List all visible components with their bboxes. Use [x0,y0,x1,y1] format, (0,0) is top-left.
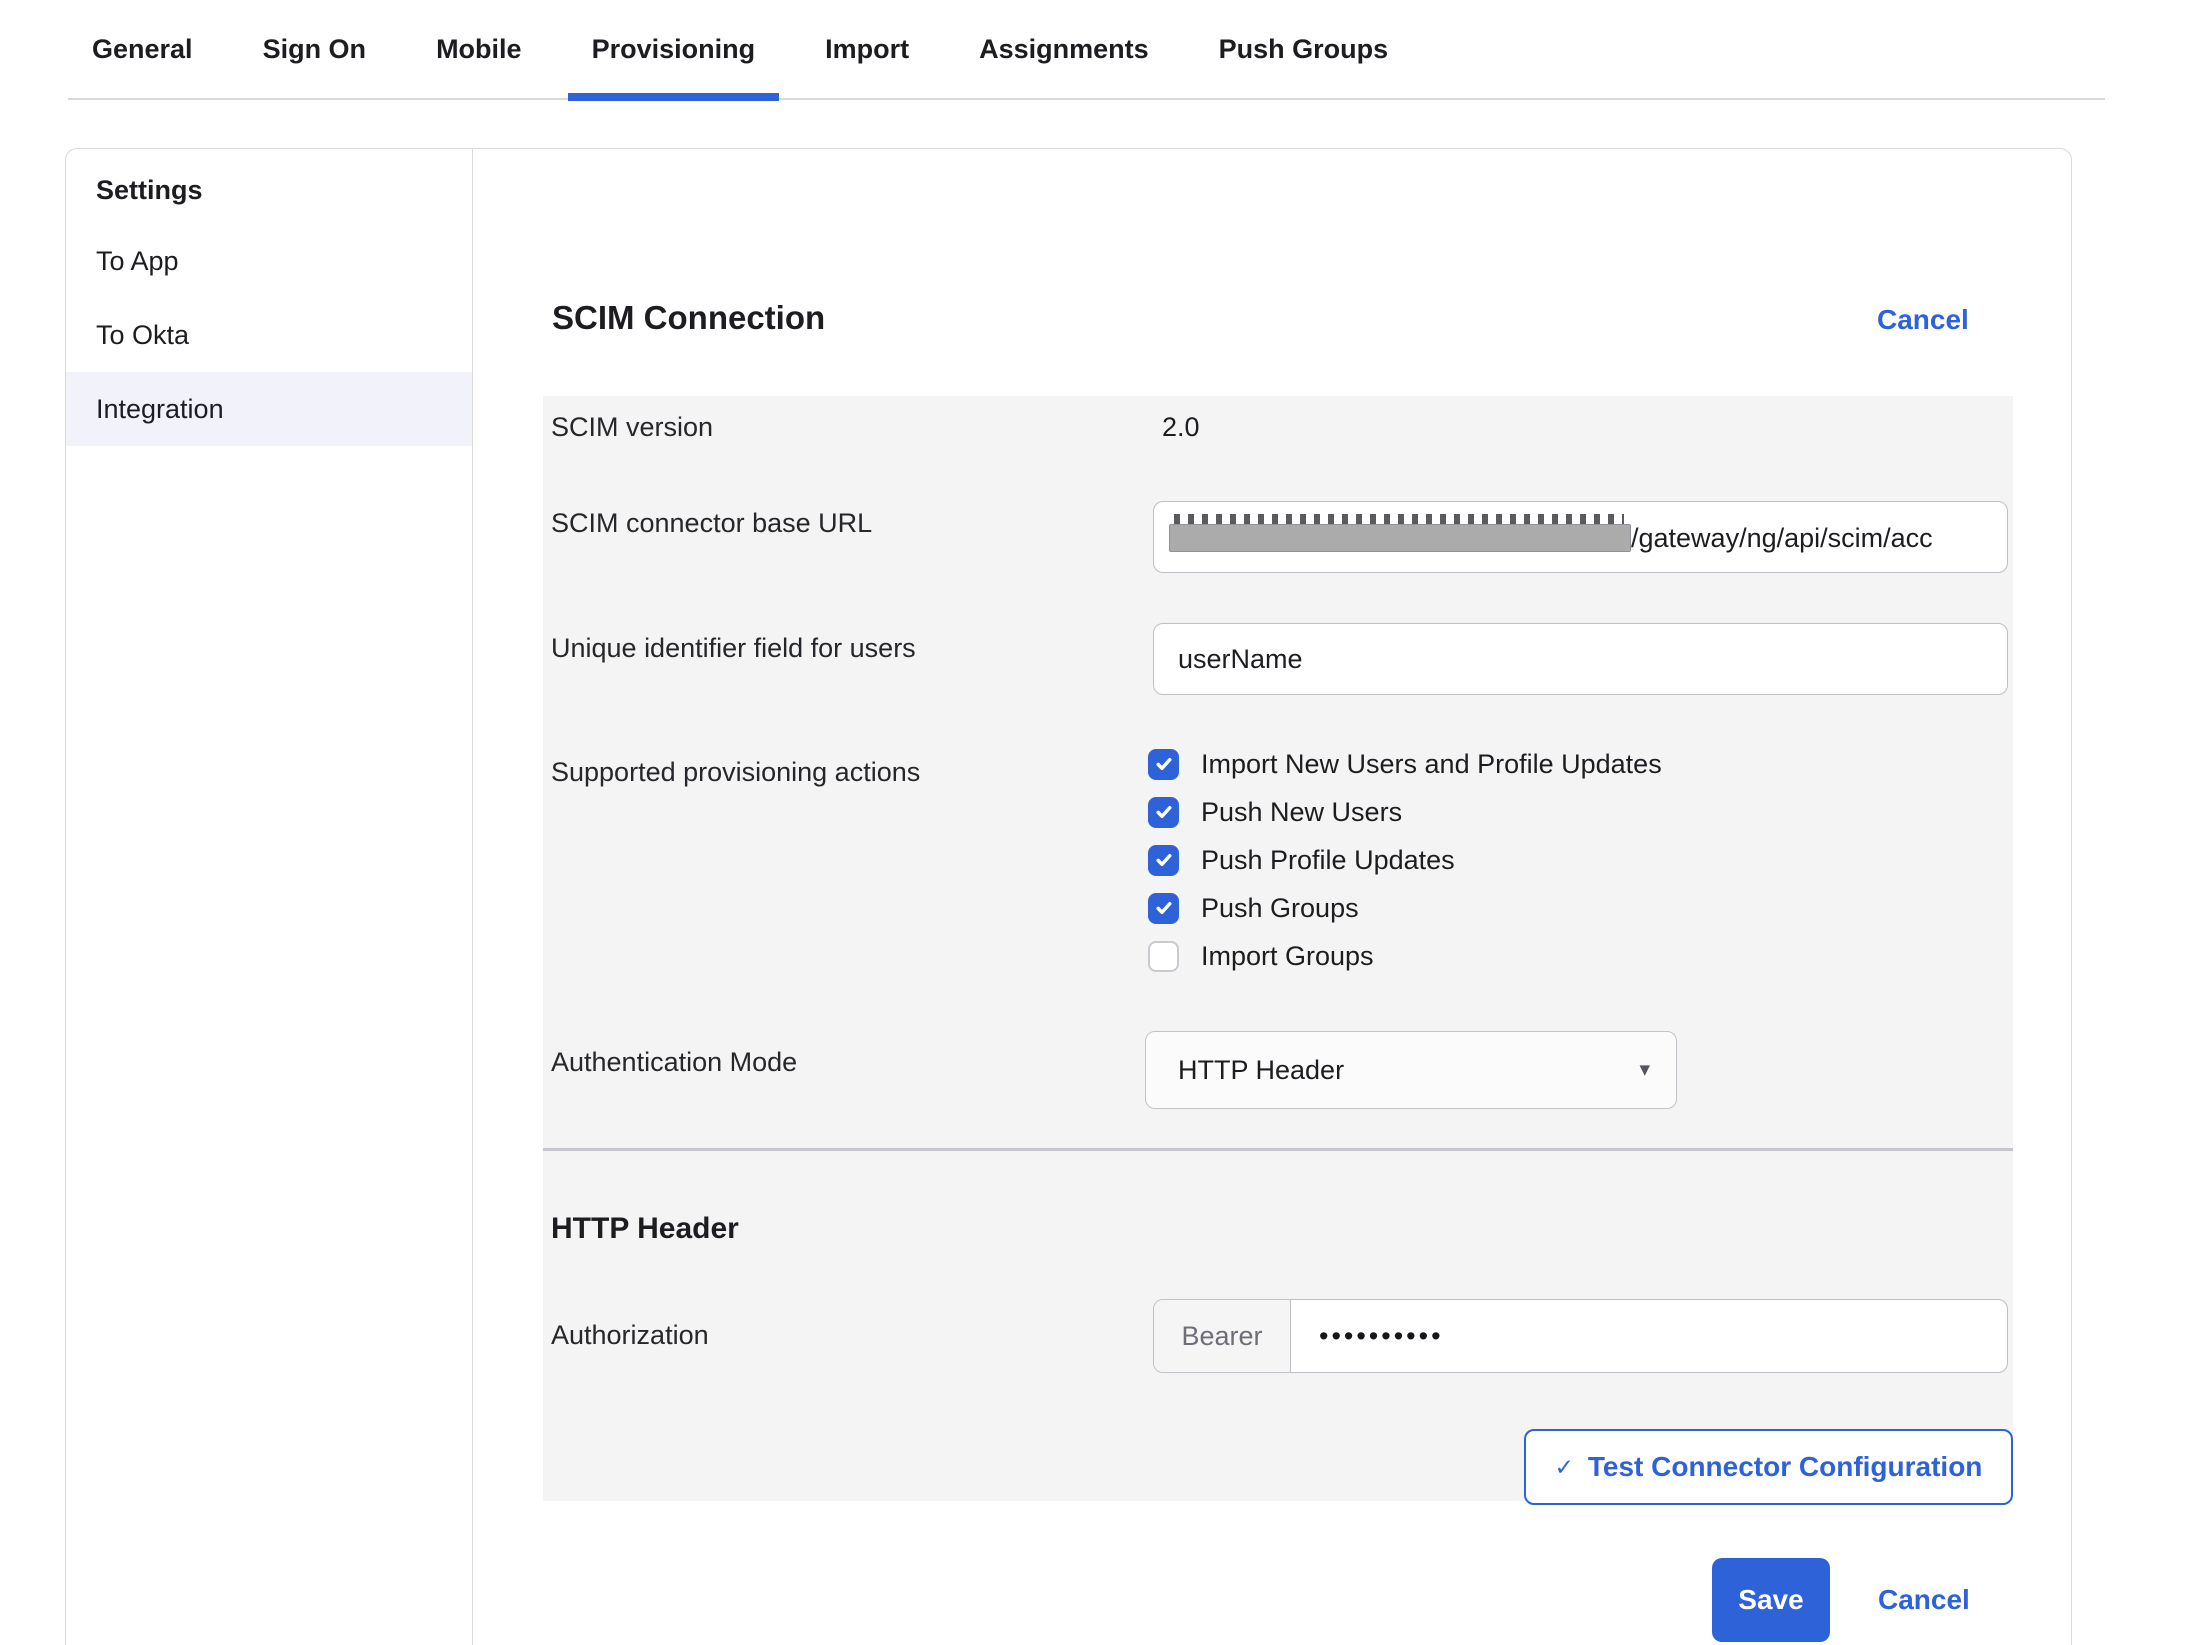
screen: General Sign On Mobile Provisioning Impo… [0,0,2201,1645]
checkmark-icon: ✓ [1555,1454,1574,1481]
tab-assignments[interactable]: Assignments [955,0,1173,99]
auth-mode-value: HTTP Header [1178,1055,1344,1086]
cancel-link-top[interactable]: Cancel [1877,304,2037,336]
checkmark-icon [1154,898,1174,918]
scim-form-panel: SCIM version 2.0 SCIM connector base URL… [543,396,2013,1501]
app-tab-bar: General Sign On Mobile Provisioning Impo… [68,0,2105,100]
section-divider [543,1148,2013,1151]
unique-id-input[interactable]: userName [1153,623,2008,695]
checkbox-import-new-users[interactable] [1148,749,1179,780]
sidebar-item-integration[interactable]: Integration [66,372,472,446]
authorization-input-group: Bearer •••••••••• [1153,1299,2008,1373]
action-row-push-new-users: Push New Users [1148,796,1402,828]
checkbox-label: Push Groups [1201,893,1359,924]
checkbox-label: Push New Users [1201,797,1402,828]
checkbox-push-new-users[interactable] [1148,797,1179,828]
checkmark-icon [1154,802,1174,822]
cancel-link-bottom[interactable]: Cancel [1878,1558,1970,1642]
authorization-token-input[interactable]: •••••••••• [1291,1300,1444,1372]
bearer-prefix: Bearer [1154,1300,1291,1372]
sidebar-item-to-okta[interactable]: To Okta [66,298,472,372]
checkmark-icon [1154,850,1174,870]
scim-version-value: 2.0 [1162,412,1200,443]
action-row-push-groups: Push Groups [1148,892,1359,924]
checkbox-label: Import New Users and Profile Updates [1201,749,1662,780]
redaction-bar [1169,524,1631,552]
checkbox-push-groups[interactable] [1148,893,1179,924]
checkbox-push-profile-updates[interactable] [1148,845,1179,876]
tab-sign-on[interactable]: Sign On [239,0,391,99]
redacted-text-tops [1174,514,1624,524]
action-row-import-users: Import New Users and Profile Updates [1148,748,1662,780]
test-connector-label: Test Connector Configuration [1588,1451,1983,1483]
tab-provisioning[interactable]: Provisioning [568,0,780,99]
base-url-label: SCIM connector base URL [551,508,872,539]
sidebar-item-to-app[interactable]: To App [66,224,472,298]
base-url-visible-tail: /gateway/ng/api/scim/acc [1631,502,1933,573]
http-header-section-title: HTTP Header [551,1212,739,1246]
page-title: SCIM Connection [552,299,825,337]
checkbox-import-groups[interactable] [1148,941,1179,972]
provisioning-card: Settings To App To Okta Integration SCIM… [65,148,2072,1645]
checkbox-label: Import Groups [1201,941,1374,972]
authorization-label: Authorization [551,1320,709,1351]
settings-sidebar: Settings To App To Okta Integration [66,149,473,1645]
checkbox-label: Push Profile Updates [1201,845,1455,876]
auth-mode-label: Authentication Mode [551,1047,797,1078]
provisioning-actions-label: Supported provisioning actions [551,757,920,788]
tab-push-groups[interactable]: Push Groups [1195,0,1413,99]
base-url-input[interactable]: /gateway/ng/api/scim/acc [1153,501,2008,573]
tab-mobile[interactable]: Mobile [412,0,546,99]
checkmark-icon [1154,754,1174,774]
chevron-down-icon: ▾ [1639,1057,1650,1082]
action-row-push-profile-updates: Push Profile Updates [1148,844,1455,876]
action-row-import-groups: Import Groups [1148,940,1374,972]
tab-general[interactable]: General [68,0,217,99]
scim-version-label: SCIM version [551,412,713,443]
sidebar-heading: Settings [66,173,472,207]
unique-id-label: Unique identifier field for users [551,633,916,664]
save-button[interactable]: Save [1712,1558,1830,1642]
tab-import[interactable]: Import [801,0,933,99]
auth-mode-select[interactable]: HTTP Header ▾ [1145,1031,1677,1109]
test-connector-configuration-button[interactable]: ✓ Test Connector Configuration [1524,1429,2013,1505]
